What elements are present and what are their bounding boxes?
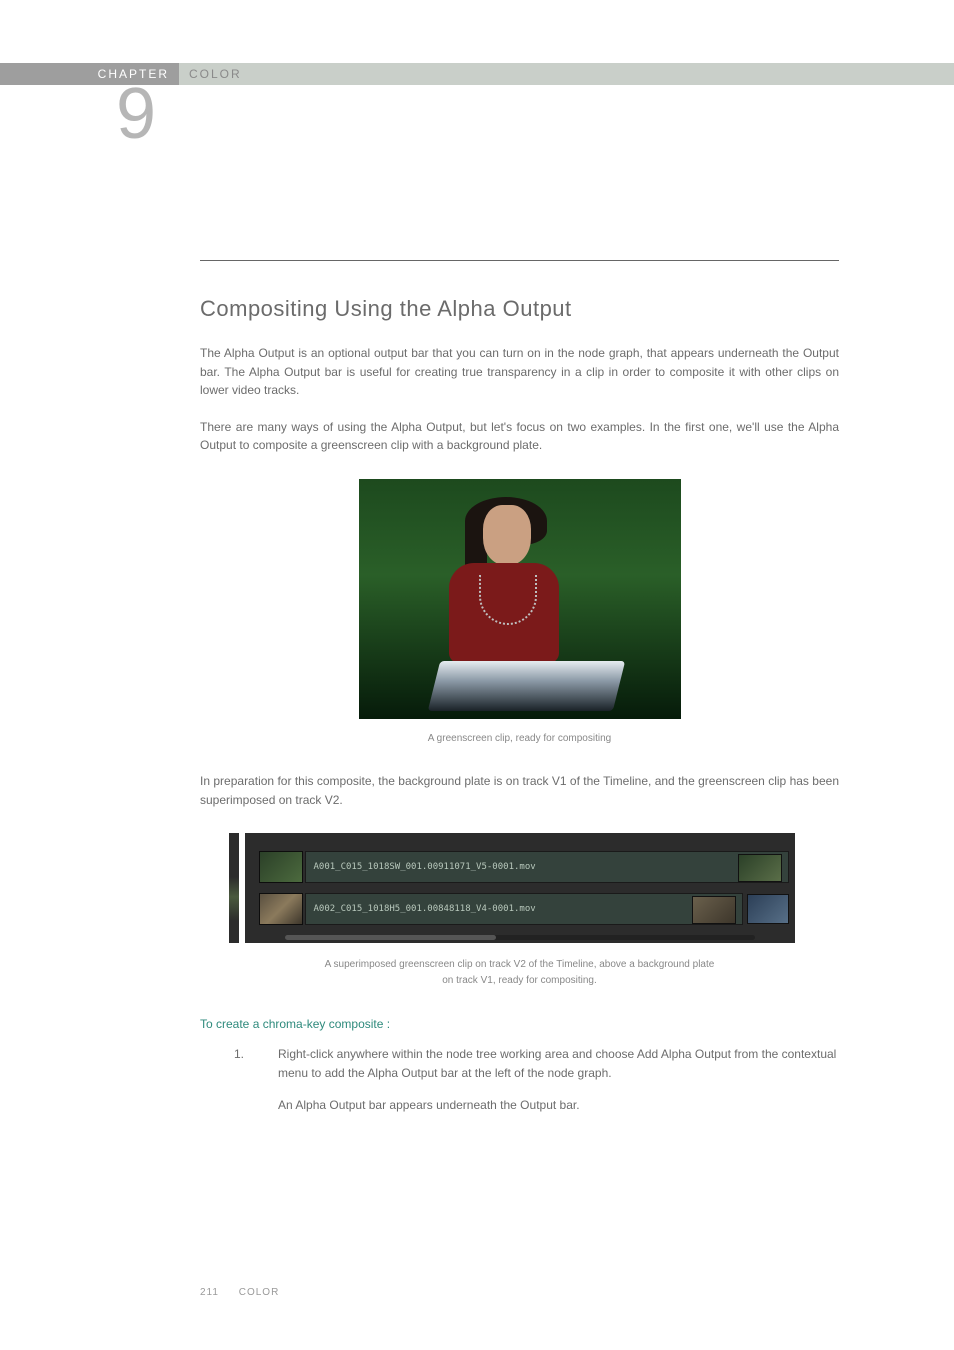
body-paragraph: In preparation for this composite, the b… — [200, 772, 839, 809]
step-text: Right-click anywhere within the node tre… — [278, 1045, 839, 1082]
clip-thumbnail — [259, 851, 303, 883]
figure-caption: A superimposed greenscreen clip on track… — [200, 957, 839, 989]
clip-thumbnail — [259, 893, 303, 925]
body-paragraph: The Alpha Output is an optional output b… — [200, 344, 839, 400]
clip-filename: A001_C015_1018SW_001.00911071_V5-0001.mo… — [314, 862, 536, 872]
horizontal-rule — [200, 260, 839, 261]
step-text: An Alpha Output bar appears underneath t… — [278, 1096, 839, 1115]
procedure-steps: 1. Right-click anywhere within the node … — [234, 1045, 839, 1129]
clip-thumbnail — [747, 894, 789, 924]
timeline-clip: A002_C015_1018H5_001.00848118_V4-0001.mo… — [305, 893, 743, 925]
body-paragraph: There are many ways of using the Alpha O… — [200, 418, 839, 455]
section-heading: Compositing Using the Alpha Output — [200, 296, 839, 322]
procedure-step: 1. Right-click anywhere within the node … — [234, 1045, 839, 1129]
clip-filename: A002_C015_1018H5_001.00848118_V4-0001.mo… — [314, 904, 536, 914]
figure-timeline: A001_C015_1018SW_001.00911071_V5-0001.mo… — [200, 833, 839, 943]
page-content: Compositing Using the Alpha Output The A… — [200, 260, 839, 1143]
figure-caption: A greenscreen clip, ready for compositin… — [200, 733, 839, 744]
figure-greenscreen — [200, 479, 839, 719]
section-label: COLOR — [179, 63, 954, 85]
chapter-number: 9 — [116, 78, 156, 150]
page-number: 211 — [200, 1287, 219, 1298]
timeline-clip: A001_C015_1018SW_001.00911071_V5-0001.mo… — [305, 851, 789, 883]
greenscreen-image — [359, 479, 681, 719]
procedure-heading: To create a chroma-key composite : — [200, 1017, 839, 1031]
page-footer: 211 COLOR — [200, 1287, 279, 1298]
footer-section: COLOR — [239, 1287, 280, 1298]
timeline-image: A001_C015_1018SW_001.00911071_V5-0001.mo… — [245, 833, 795, 943]
step-number: 1. — [234, 1045, 278, 1129]
